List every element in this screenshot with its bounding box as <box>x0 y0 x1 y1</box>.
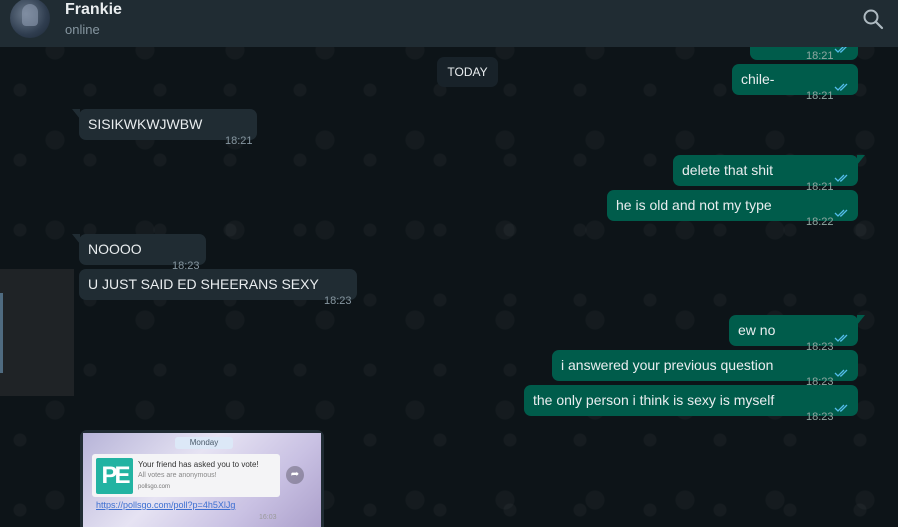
date-chip: TODAY <box>437 57 498 87</box>
message-bubble-outgoing[interactable]: the only person i think is sexy is mysel… <box>524 385 858 423</box>
message-bubble-outgoing[interactable]: ew no 18:23 <box>729 315 865 353</box>
message-bubble-outgoing[interactable]: he is old and not my type 18:22 <box>607 190 858 228</box>
image-message[interactable]: Monday PE Your friend has asked you to v… <box>80 430 324 527</box>
read-ticks-icon <box>834 174 848 182</box>
chat-header: Frankie online <box>0 0 898 47</box>
card-domain: pollsgo.com <box>138 484 171 490</box>
message-bubble-incoming[interactable]: NOOOO 18:23 <box>72 234 206 272</box>
message-bubble-outgoing[interactable]: delete that shit 18:21 <box>673 155 865 193</box>
pollsgo-logo: PE <box>96 458 133 494</box>
message-text: he is old and not my type <box>616 197 772 213</box>
message-text: i answered your previous question <box>561 357 774 373</box>
card-subtitle: All votes are anonymous! <box>138 472 217 479</box>
message-time: 18:21 <box>225 135 253 147</box>
message-bubble-incoming[interactable]: U JUST SAID ED SHEERANS SEXY 18:23 <box>79 269 357 307</box>
message-text: ew no <box>738 322 776 338</box>
message-bubble-outgoing[interactable]: chile- 18:21 <box>732 64 858 102</box>
message-text: chile- <box>741 71 775 87</box>
message-text: U JUST SAID ED SHEERANS SEXY <box>88 276 319 292</box>
message-time: 18:22 <box>806 216 834 228</box>
message-time: 18:23 <box>324 295 352 307</box>
message-time: 18:23 <box>806 411 834 423</box>
message-time: 18:21 <box>806 90 834 102</box>
card-title: Your friend has asked you to vote! <box>138 460 259 469</box>
message-bubble-incoming[interactable]: SISIKWKWJWBW 18:21 <box>72 109 257 147</box>
message-bubble-outgoing[interactable]: i answered your previous question 18:23 <box>552 350 858 388</box>
read-ticks-icon <box>834 369 848 377</box>
poll-link: https://pollsgo.com/poll?p=4h5XlJg <box>96 500 236 510</box>
read-ticks-icon <box>834 404 848 412</box>
message-text: NOOOO <box>88 241 142 257</box>
message-text: SISIKWKWJWBW <box>88 116 203 132</box>
read-ticks-icon <box>834 83 848 91</box>
message-text: the only person i think is sexy is mysel… <box>533 392 775 408</box>
side-panel-strip <box>0 293 3 373</box>
message-text: delete that shit <box>682 162 774 178</box>
link-preview-card: PE Your friend has asked you to vote! Al… <box>92 454 280 497</box>
avatar[interactable] <box>10 0 50 38</box>
screenshot-image[interactable]: Monday PE Your friend has asked you to v… <box>83 433 321 527</box>
image-day-label: Monday <box>175 437 233 449</box>
contact-status: online <box>65 22 100 37</box>
share-icon: ➦ <box>286 466 304 484</box>
read-ticks-icon <box>834 334 848 342</box>
read-ticks-icon <box>834 209 848 217</box>
image-inner-time: 16:03 <box>259 514 277 521</box>
contact-name[interactable]: Frankie <box>65 1 122 19</box>
side-panel <box>0 269 74 396</box>
search-icon[interactable] <box>862 8 884 30</box>
